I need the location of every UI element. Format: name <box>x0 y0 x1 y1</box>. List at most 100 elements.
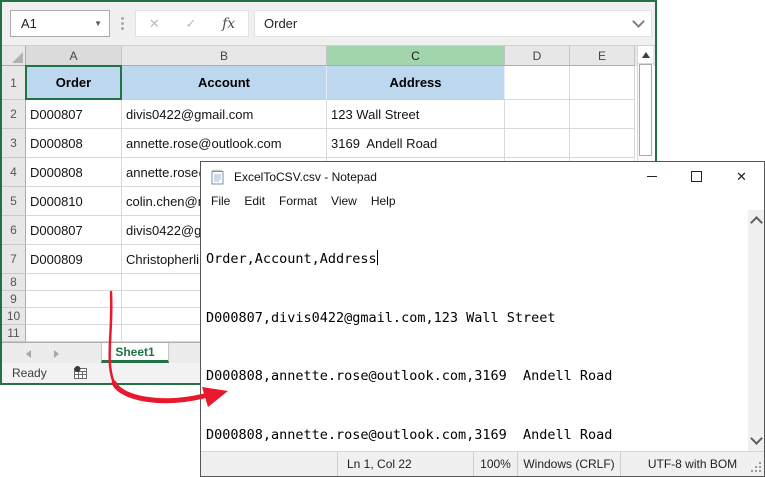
maximize-icon <box>691 171 702 182</box>
menu-view[interactable]: View <box>324 194 364 208</box>
row-header-2[interactable]: 2 <box>2 100 26 129</box>
ready-status-label: Ready <box>12 366 47 380</box>
cell-a5[interactable]: D000810 <box>26 187 122 216</box>
text-line: D000808,annette.rose@outlook.com,3169 An… <box>206 426 613 443</box>
scrollbar-thumb[interactable] <box>639 64 652 156</box>
formula-bar-expand-icon[interactable] <box>632 15 645 28</box>
sheet-nav-right-icon[interactable] <box>54 350 59 358</box>
formula-bar[interactable]: Order <box>254 10 652 37</box>
text-line: D000807,divis0422@gmail.com,123 Wall Str… <box>206 309 556 326</box>
minimize-button[interactable] <box>629 162 674 191</box>
name-box-value: A1 <box>21 16 37 31</box>
notepad-window: ExcelToCSV.csv - Notepad ✕ File Edit For… <box>200 161 765 477</box>
menu-format[interactable]: Format <box>272 194 324 208</box>
column-header-row: A B C D E <box>2 46 655 66</box>
cell-d1[interactable] <box>505 66 570 100</box>
name-box[interactable]: A1 ▼ <box>10 10 110 37</box>
text-cursor <box>376 250 378 265</box>
row-header-11[interactable]: 11 <box>2 325 26 342</box>
select-all-button[interactable] <box>2 46 26 66</box>
cell-a8[interactable] <box>26 274 122 291</box>
tab-sheet1[interactable]: Sheet1 <box>101 343 169 363</box>
menu-file[interactable]: File <box>204 194 237 208</box>
row-header-5[interactable]: 5 <box>2 187 26 216</box>
text-line-content: Order,Account,Address <box>206 251 377 267</box>
cell-d2[interactable] <box>505 100 570 129</box>
cell-a10[interactable] <box>26 308 122 325</box>
status-zoom: 100% <box>473 452 517 476</box>
cell-a11[interactable] <box>26 325 122 342</box>
close-icon: ✕ <box>736 169 747 184</box>
scroll-up-button[interactable] <box>638 46 653 64</box>
notepad-text-area[interactable]: Order,Account,Address D000807,divis0422@… <box>201 210 748 451</box>
enter-icon[interactable]: ✓ <box>185 16 196 32</box>
column-header-b[interactable]: B <box>122 46 327 66</box>
scroll-up-icon <box>641 51 650 58</box>
status-line-col: Ln 1, Col 22 <box>337 452 473 476</box>
separator-dots-icon <box>121 17 124 20</box>
cell-a1-selected[interactable]: Order <box>25 65 122 100</box>
cell-b1[interactable]: Account <box>122 66 327 100</box>
cell-b3[interactable]: annette.rose@outlook.com <box>122 129 327 158</box>
cell-a6[interactable]: D000807 <box>26 216 122 245</box>
column-header-a[interactable]: A <box>26 46 122 66</box>
cell-e3[interactable] <box>570 129 635 158</box>
resize-grip-icon[interactable] <box>750 461 762 473</box>
cell-e2[interactable] <box>570 100 635 129</box>
cancel-icon[interactable]: ✕ <box>149 16 160 32</box>
status-encoding: UTF-8 with BOM <box>620 452 764 476</box>
sheet-row-2: 2 D000807 divis0422@gmail.com 123 Wall S… <box>2 100 655 129</box>
menu-help[interactable]: Help <box>364 194 403 208</box>
sheet-row-3: 3 D000808 annette.rose@outlook.com 3169 … <box>2 129 655 158</box>
formula-bar-row: A1 ▼ ✕ ✓ fx Order <box>2 2 655 46</box>
row-header-3[interactable]: 3 <box>2 129 26 158</box>
row-header-10[interactable]: 10 <box>2 308 26 325</box>
cell-a7[interactable]: D000809 <box>26 245 122 274</box>
notepad-title-bar[interactable]: ExcelToCSV.csv - Notepad ✕ <box>201 162 764 191</box>
close-button[interactable]: ✕ <box>719 162 764 191</box>
notepad-title: ExcelToCSV.csv - Notepad <box>234 169 377 184</box>
window-controls: ✕ <box>629 162 764 191</box>
row-header-8[interactable]: 8 <box>2 274 26 291</box>
notepad-menu-bar: File Edit Format View Help <box>201 191 764 210</box>
row-header-4[interactable]: 4 <box>2 158 26 187</box>
formula-buttons-panel: ✕ ✓ fx <box>135 10 249 37</box>
scrollbar-down-icon[interactable] <box>750 432 763 445</box>
status-spacer <box>201 452 337 476</box>
row-header-9[interactable]: 9 <box>2 291 26 308</box>
column-header-e[interactable]: E <box>570 46 635 66</box>
cell-a2[interactable]: D000807 <box>26 100 122 129</box>
cell-c1[interactable]: Address <box>327 66 505 100</box>
column-header-d[interactable]: D <box>505 46 570 66</box>
cell-c2[interactable]: 123 Wall Street <box>327 100 505 129</box>
sheet-nav-left-icon[interactable] <box>26 350 31 358</box>
text-line: D000808,annette.rose@outlook.com,3169 An… <box>206 368 613 384</box>
cell-a3[interactable]: D000808 <box>26 129 122 158</box>
column-header-c[interactable]: C <box>327 46 505 66</box>
notepad-app-icon <box>210 169 226 185</box>
cell-a9[interactable] <box>26 291 122 308</box>
row-header-6[interactable]: 6 <box>2 216 26 245</box>
menu-edit[interactable]: Edit <box>237 194 272 208</box>
status-encoding-label: UTF-8 with BOM <box>647 457 738 471</box>
cell-e1[interactable] <box>570 66 635 100</box>
scrollbar-up-icon[interactable] <box>750 216 763 229</box>
formula-bar-value: Order <box>264 16 298 31</box>
macro-record-icon[interactable] <box>73 366 89 380</box>
insert-function-icon[interactable]: fx <box>222 16 235 32</box>
cell-a4[interactable]: D000808 <box>26 158 122 187</box>
notepad-status-bar: Ln 1, Col 22 100% Windows (CRLF) UTF-8 w… <box>201 451 764 476</box>
cell-d3[interactable] <box>505 129 570 158</box>
row-header-1[interactable]: 1 <box>2 66 26 100</box>
text-line: Order,Account,Address <box>206 250 748 270</box>
maximize-button[interactable] <box>674 162 719 191</box>
notepad-vertical-scrollbar[interactable] <box>748 210 764 451</box>
minimize-icon <box>646 176 657 177</box>
status-line-ending: Windows (CRLF) <box>517 452 620 476</box>
sheet-row-1: 1 Order Account Address <box>2 65 655 100</box>
row-header-7[interactable]: 7 <box>2 245 26 274</box>
cell-c3[interactable]: 3169 Andell Road <box>327 129 505 158</box>
select-all-triangle-icon <box>12 52 23 63</box>
name-box-dropdown-icon[interactable]: ▼ <box>94 19 102 28</box>
cell-b2[interactable]: divis0422@gmail.com <box>122 100 327 129</box>
